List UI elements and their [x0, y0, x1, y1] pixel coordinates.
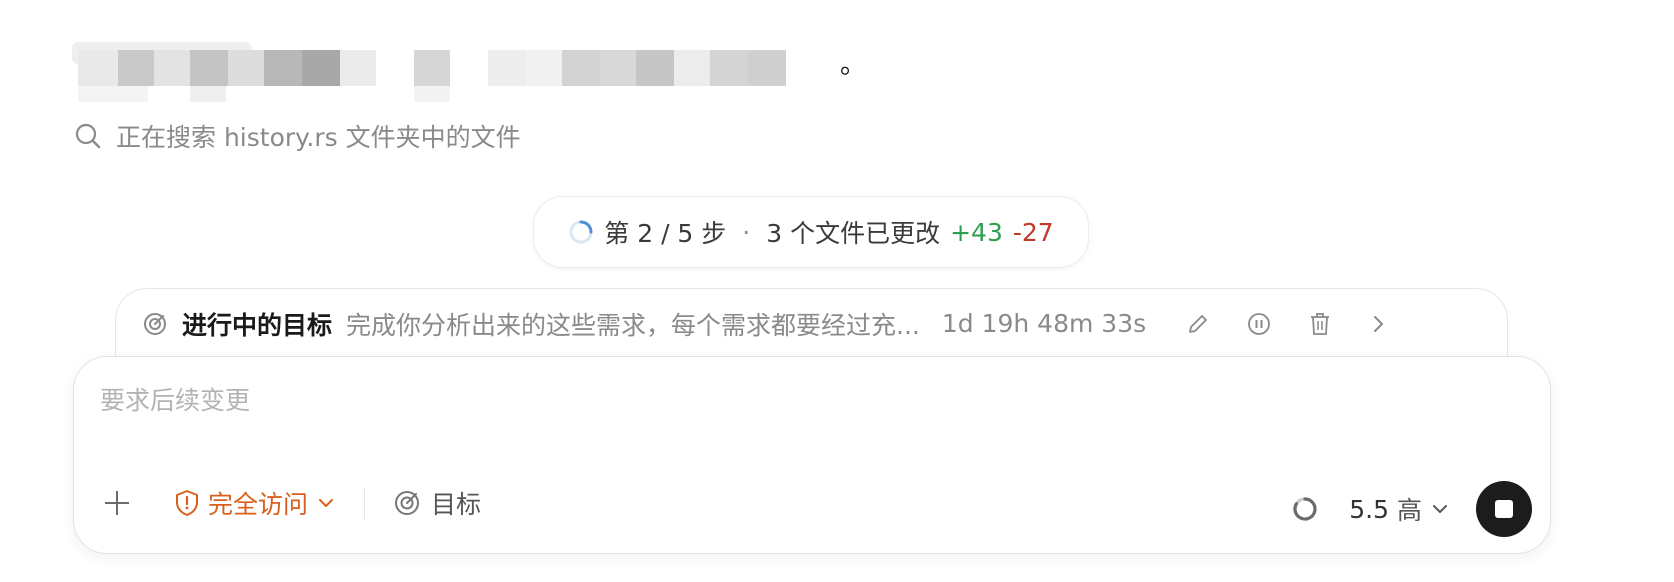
stop-icon	[1495, 500, 1513, 518]
goal-button-label: 目标	[431, 490, 482, 519]
chevron-down-icon	[316, 493, 336, 513]
chevron-right-icon[interactable]	[1368, 312, 1388, 336]
files-changed-label: 3 个文件已更改	[766, 219, 941, 248]
pause-icon[interactable]	[1246, 311, 1272, 337]
search-status-text: 正在搜索 history.rs 文件夹中的文件	[116, 123, 521, 152]
search-icon	[74, 122, 102, 150]
model-selector[interactable]: 5.5 高	[1349, 491, 1450, 527]
delete-icon[interactable]	[1308, 311, 1332, 337]
goal-description: 完成你分析出来的这些需求，每个需求都要经过充...	[346, 310, 920, 340]
context-usage-ring-icon[interactable]	[1291, 495, 1319, 523]
loading-spinner-icon	[568, 219, 594, 245]
access-mode-label: 完全访问	[208, 490, 309, 519]
goal-button[interactable]: 目标	[393, 485, 481, 521]
search-status: 正在搜索 history.rs 文件夹中的文件	[74, 118, 521, 154]
deletions-count: -27	[1012, 217, 1054, 247]
edit-icon[interactable]	[1186, 312, 1210, 336]
goal-icon	[142, 311, 168, 337]
goal-title: 进行中的目标	[182, 310, 333, 340]
reasoning-level: 高	[1396, 496, 1422, 525]
stop-button[interactable]	[1476, 481, 1532, 537]
add-attachment-icon[interactable]	[102, 488, 132, 518]
goal-elapsed-time: 1d 19h 48m 33s	[941, 309, 1147, 338]
follow-up-input[interactable]	[98, 385, 1402, 416]
separator-dot: ·	[742, 217, 751, 247]
step-label: 第 2 / 5 步	[604, 219, 727, 248]
redacted-message-text	[72, 42, 872, 106]
model-version: 5.5	[1349, 494, 1389, 524]
toolbar-divider	[364, 487, 366, 519]
message-composer: 完全访问 目标 5.5 高	[73, 356, 1551, 554]
additions-count: +43	[950, 217, 1003, 247]
goal-icon	[393, 489, 421, 517]
message-tail: 。	[840, 50, 867, 80]
chevron-down-icon	[1430, 499, 1450, 519]
step-progress-pill[interactable]: 第 2 / 5 步 · 3 个文件已更改 +43 -27	[533, 196, 1089, 268]
shield-alert-icon	[174, 489, 200, 517]
access-mode-dropdown[interactable]: 完全访问	[174, 485, 336, 521]
